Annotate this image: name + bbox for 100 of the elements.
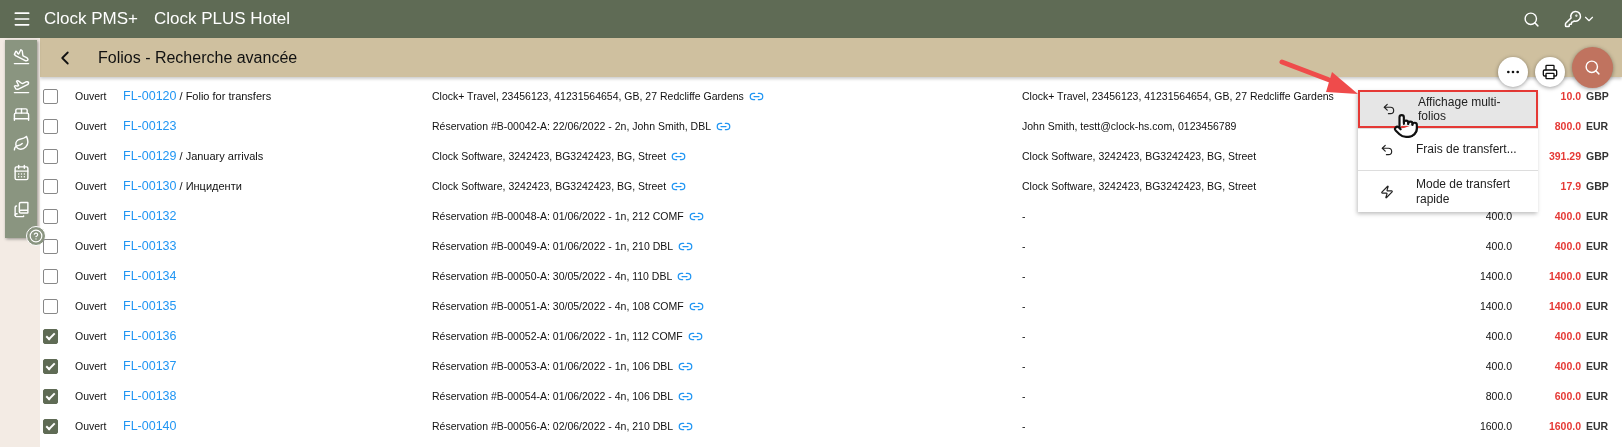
undo-icon	[1382, 102, 1396, 116]
description-text: Réservation #B-00054-A: 01/06/2022 - 4n, 106 DBL	[432, 390, 674, 402]
status-text: Ouvert	[75, 150, 107, 162]
description-text: Réservation #B-00042-A: 22/06/2022 - 2n, John Smith, DBL	[432, 120, 711, 132]
page-title: Folios - Recherche avancée	[98, 48, 298, 67]
client-text: Clock Software, 3242423, BG3242423, BG, Street	[1022, 180, 1257, 192]
client-text: -	[1022, 240, 1026, 252]
currency-text: EUR	[1585, 360, 1610, 372]
print-icon	[1542, 64, 1558, 80]
client-text: John Smith, testt@clock-hs.com, 0123456789	[1022, 120, 1237, 132]
undo-icon	[1380, 142, 1394, 157]
status-text: Ouvert	[75, 300, 107, 312]
balance-text: 17.9	[1560, 180, 1581, 192]
folio-link[interactable]: FL-00138	[123, 389, 177, 403]
amount-text: 400.0	[1485, 240, 1512, 252]
description-text: Réservation #B-00052-A: 01/06/2022 - 1n, 112 COMF	[432, 330, 683, 342]
search-icon[interactable]	[1523, 10, 1540, 28]
folio-note: / Инциденти	[179, 180, 242, 192]
row-checkbox[interactable]	[43, 208, 58, 224]
menu-item[interactable]: Frais de transfert...	[1358, 128, 1538, 170]
row-checkbox[interactable]	[43, 88, 58, 104]
currency-text: GBP	[1585, 90, 1610, 102]
currency-text: EUR	[1585, 390, 1610, 402]
amount-text: 1600.0	[1479, 420, 1512, 432]
row-checkbox[interactable]	[43, 118, 58, 134]
client-text: Clock Software, 3242423, BG3242423, BG, Street	[1022, 150, 1257, 162]
amount-text: 400.0	[1485, 360, 1512, 372]
row-checkbox[interactable]	[43, 418, 58, 434]
folio-link[interactable]: FL-00134	[123, 269, 177, 283]
balance-text: 10.0	[1560, 90, 1581, 102]
status-text: Ouvert	[75, 420, 107, 432]
balance-text: 400.0	[1554, 360, 1581, 372]
status-text: Ouvert	[75, 240, 107, 252]
search-icon	[1584, 59, 1601, 76]
folio-link[interactable]: FL-00133	[123, 239, 177, 253]
folio-link[interactable]: FL-00120	[123, 89, 177, 103]
folio-link[interactable]: FL-00129	[123, 149, 177, 163]
row-checkbox[interactable]	[43, 178, 58, 194]
currency-text: EUR	[1585, 210, 1610, 222]
bed-icon[interactable]	[12, 106, 30, 123]
folio-link[interactable]: FL-00137	[123, 359, 177, 373]
balance-text: 1400.0	[1548, 300, 1581, 312]
plane-landing-icon[interactable]	[12, 48, 30, 65]
books-icon[interactable]	[12, 201, 30, 218]
print-button[interactable]	[1535, 57, 1565, 87]
row-checkbox[interactable]	[43, 298, 58, 314]
hotel-name: Clock PLUS Hotel	[154, 9, 291, 29]
status-text: Ouvert	[75, 180, 107, 192]
currency-text: GBP	[1585, 150, 1610, 162]
calendar-icon[interactable]	[12, 164, 30, 181]
status-text: Ouvert	[75, 210, 107, 222]
folio-link[interactable]: FL-00140	[123, 419, 177, 433]
menu-item[interactable]: Mode de transfert rapide	[1358, 170, 1538, 212]
status-text: Ouvert	[75, 120, 107, 132]
folio-link[interactable]: FL-00123	[123, 119, 177, 133]
help-icon[interactable]	[26, 226, 46, 246]
status-text: Ouvert	[75, 360, 107, 372]
client-text: -	[1022, 210, 1026, 222]
balance-text: 600.0	[1554, 390, 1581, 402]
amount-text: 400.0	[1485, 210, 1512, 222]
client-text: -	[1022, 390, 1026, 402]
balance-text: 1400.0	[1548, 270, 1581, 282]
folio-link[interactable]: FL-00135	[123, 299, 177, 313]
amount-text: 800.0	[1485, 390, 1512, 402]
status-text: Ouvert	[75, 270, 107, 282]
row-checkbox[interactable]	[43, 328, 58, 344]
menu-item[interactable]: Affichage multi-folios	[1358, 90, 1538, 128]
client-text: -	[1022, 420, 1026, 432]
description-text: Clock+ Travel, 23456123, 41231564654, GB, 27 Redcliffe Gardens	[432, 90, 744, 102]
row-checkbox[interactable]	[43, 388, 58, 404]
currency-text: GBP	[1585, 180, 1610, 192]
client-text: -	[1022, 300, 1026, 312]
leaf-icon[interactable]	[12, 135, 30, 152]
folio-link[interactable]: FL-00130	[123, 179, 177, 193]
currency-text: EUR	[1585, 330, 1610, 342]
folio-link[interactable]: FL-00136	[123, 329, 177, 343]
balance-text: 800.0	[1554, 120, 1581, 132]
folio-note: / Folio for transfers	[179, 90, 272, 102]
description-text: Réservation #B-00050-A: 30/05/2022 - 4n, 110 DBL	[432, 270, 673, 282]
row-checkbox[interactable]	[43, 358, 58, 374]
key-icon[interactable]	[1564, 10, 1582, 28]
client-text: -	[1022, 270, 1026, 282]
status-text: Ouvert	[75, 330, 107, 342]
balance-text: 1600.0	[1548, 420, 1581, 432]
status-text: Ouvert	[75, 90, 107, 102]
plane-takeoff-icon[interactable]	[12, 77, 30, 94]
currency-text: EUR	[1585, 420, 1610, 432]
description-text: Réservation #B-00056-A: 02/06/2022 - 4n, 210 DBL	[432, 420, 674, 432]
balance-text: 400.0	[1554, 330, 1581, 342]
client-text: -	[1022, 330, 1026, 342]
app-name: Clock PMS+	[44, 9, 138, 29]
folio-link[interactable]: FL-00132	[123, 209, 177, 223]
row-checkbox[interactable]	[43, 148, 58, 164]
description-text: Réservation #B-00053-A: 01/06/2022 - 1n, 106 DBL	[432, 360, 674, 372]
menu-icon[interactable]	[12, 9, 32, 29]
row-checkbox[interactable]	[43, 268, 58, 284]
currency-text: EUR	[1585, 300, 1610, 312]
row-checkbox[interactable]	[43, 238, 58, 254]
balance-text: 400.0	[1554, 240, 1581, 252]
more-button[interactable]	[1498, 57, 1528, 87]
